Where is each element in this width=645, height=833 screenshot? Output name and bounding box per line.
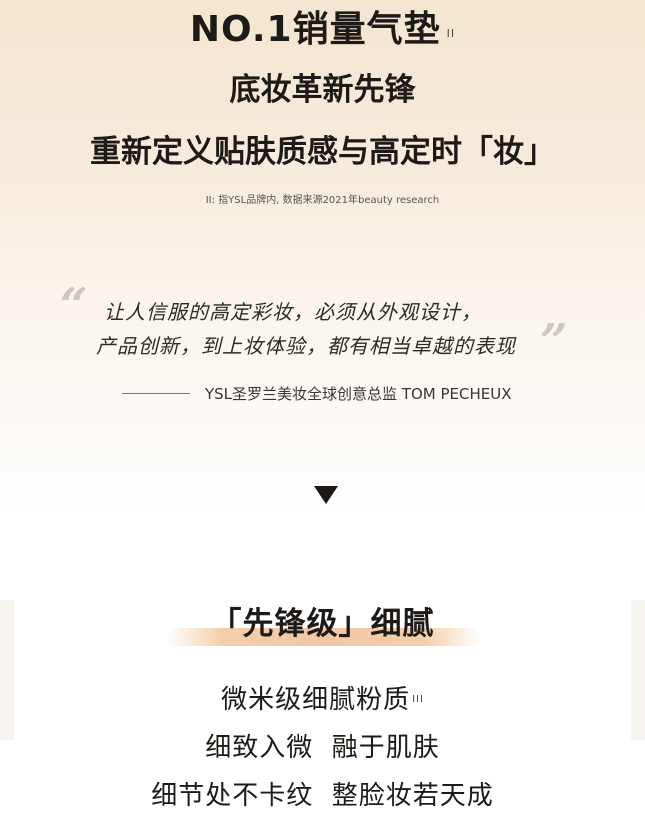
quote-close-icon: ” xyxy=(540,314,568,370)
quote-open-icon: “ xyxy=(60,278,88,334)
quote-line-2: 产品创新，到上妆体验，都有相当卓越的表现 xyxy=(96,334,516,358)
subtitle-secondary: 重新定义贴肤质感与高定时「妆」 xyxy=(90,134,555,170)
section-title: 「先锋级」细腻 xyxy=(210,606,435,642)
headline-text: NO.1销量气垫 xyxy=(189,9,441,50)
headline: NO.1销量气垫 II xyxy=(0,8,645,52)
down-triangle-icon xyxy=(314,486,338,504)
subtitle-primary: 底妆革新先锋 xyxy=(229,72,416,108)
quote-line-1: 让人信服的高定彩妆，必须从外观设计， xyxy=(104,300,482,324)
attribution-divider xyxy=(122,393,190,394)
footnote: II: 指YSL品牌内, 数据来源2021年beauty research xyxy=(205,195,440,206)
feature-1-footnote-marker: III xyxy=(412,694,424,705)
feature-line-2: 细致入微 融于肌肤 xyxy=(205,733,440,763)
feature-line-1: 微米级细腻粉质 III xyxy=(0,682,645,718)
feature-line-3: 细节处不卡纹 整脸妆若天成 xyxy=(151,781,494,811)
quote-attribution: YSL圣罗兰美妆全球创意总监 TOM PECHEUX xyxy=(205,385,512,403)
feature-1-text: 微米级细腻粉质 xyxy=(221,685,411,715)
headline-footnote-marker: II xyxy=(446,27,456,40)
